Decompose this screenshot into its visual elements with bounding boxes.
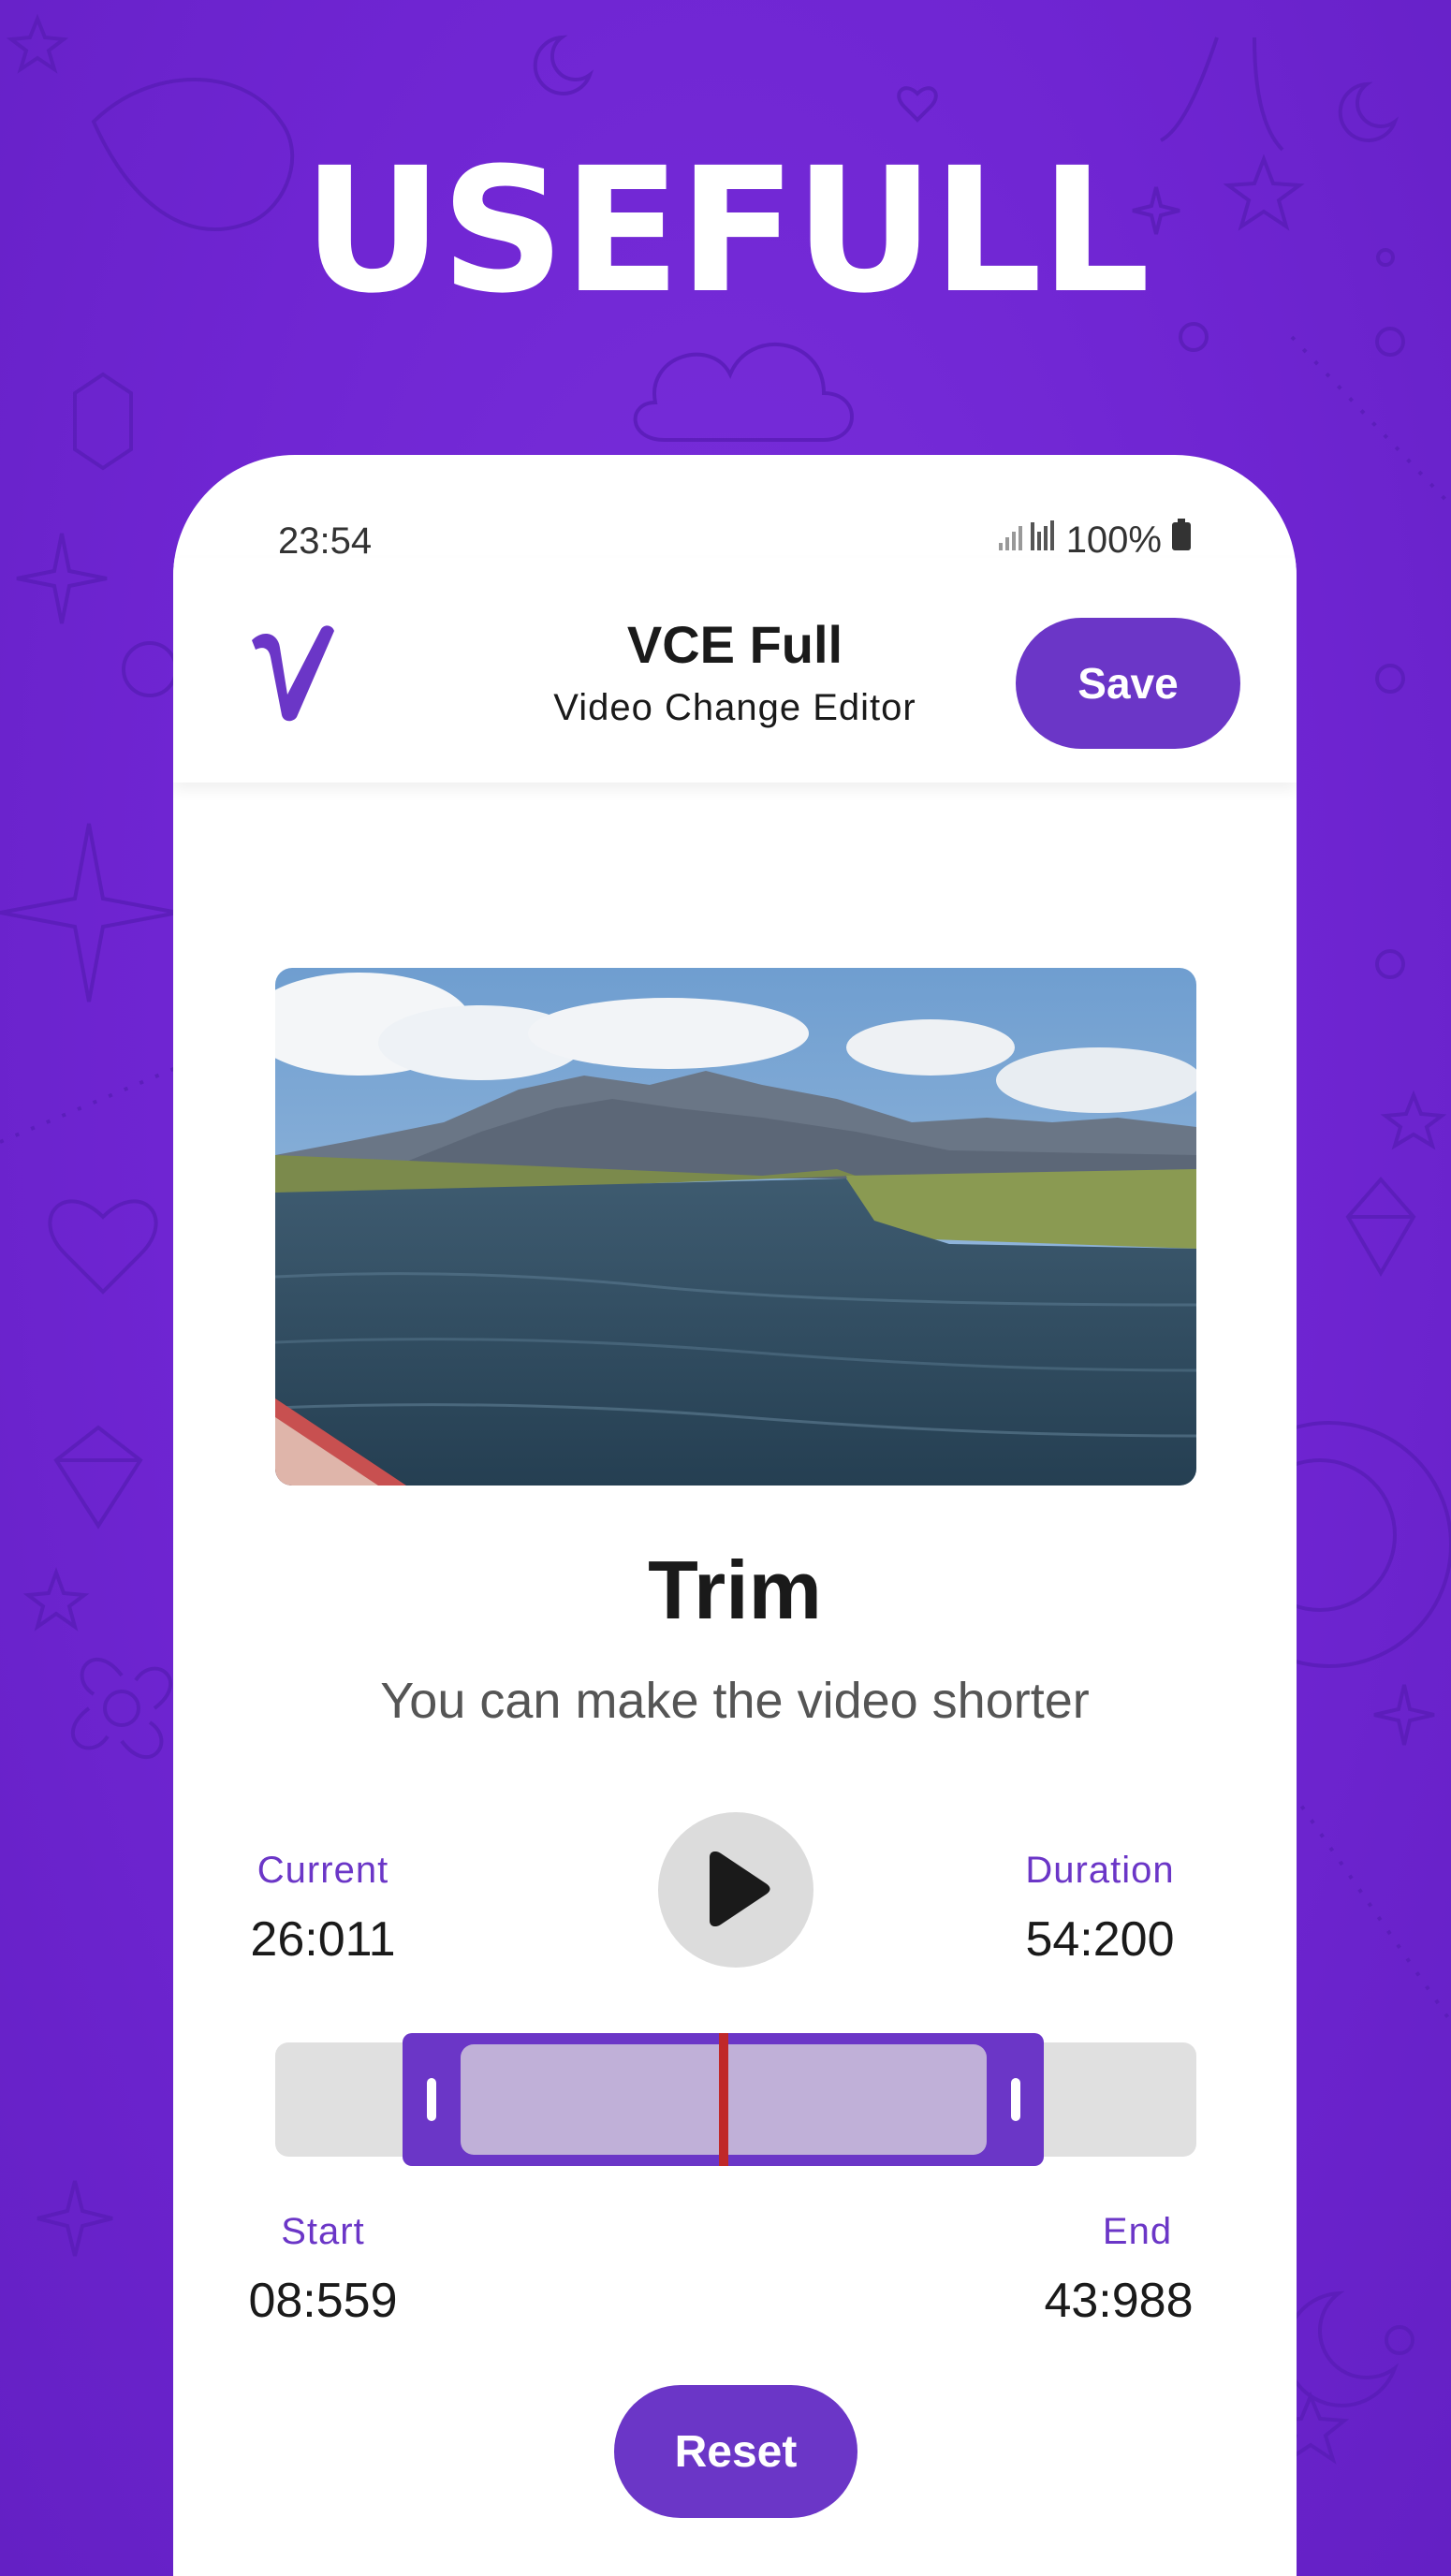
end-value: 43:988 (1044, 2274, 1194, 2328)
battery-label: 100% (1065, 519, 1162, 561)
playhead-marker[interactable] (719, 2033, 728, 2166)
phone-frame: 23:54 100% VCE Full Video Change Editor … (173, 455, 1297, 2576)
app-title: VCE Full (626, 615, 843, 674)
duration-label: Duration (1025, 1850, 1175, 1891)
trim-start-handle-icon[interactable] (427, 2078, 436, 2121)
status-bar: 23:54 100% (173, 455, 1297, 562)
signal-icon (997, 519, 1057, 562)
video-preview[interactable] (275, 968, 1196, 1486)
save-button[interactable]: Save (1016, 618, 1240, 749)
duration-value: 54:200 (1025, 1912, 1175, 1967)
start-value: 08:559 (248, 2274, 398, 2328)
app-logo-icon (246, 620, 340, 727)
start-label: Start (281, 2211, 365, 2252)
end-label: End (1102, 2211, 1173, 2252)
status-right: 100% (997, 519, 1192, 562)
current-value: 26:011 (250, 1912, 396, 1967)
trim-description: You can make the video shorter (380, 1673, 1090, 1729)
play-icon (700, 1851, 771, 1929)
current-label: Current (256, 1850, 389, 1891)
reset-button[interactable]: Reset (614, 2385, 857, 2518)
trim-selection[interactable] (403, 2033, 1044, 2166)
trim-end-handle-icon[interactable] (1011, 2078, 1020, 2121)
play-button[interactable] (658, 1812, 813, 1968)
trim-title: Trim (648, 1544, 822, 1636)
promo-headline: USEFULL (302, 131, 1150, 331)
app-subtitle: Video Change Editor (553, 687, 916, 728)
status-time: 23:54 (278, 520, 373, 562)
app-bar: VCE Full Video Change Editor Save (173, 558, 1297, 783)
battery-icon (1171, 519, 1192, 562)
